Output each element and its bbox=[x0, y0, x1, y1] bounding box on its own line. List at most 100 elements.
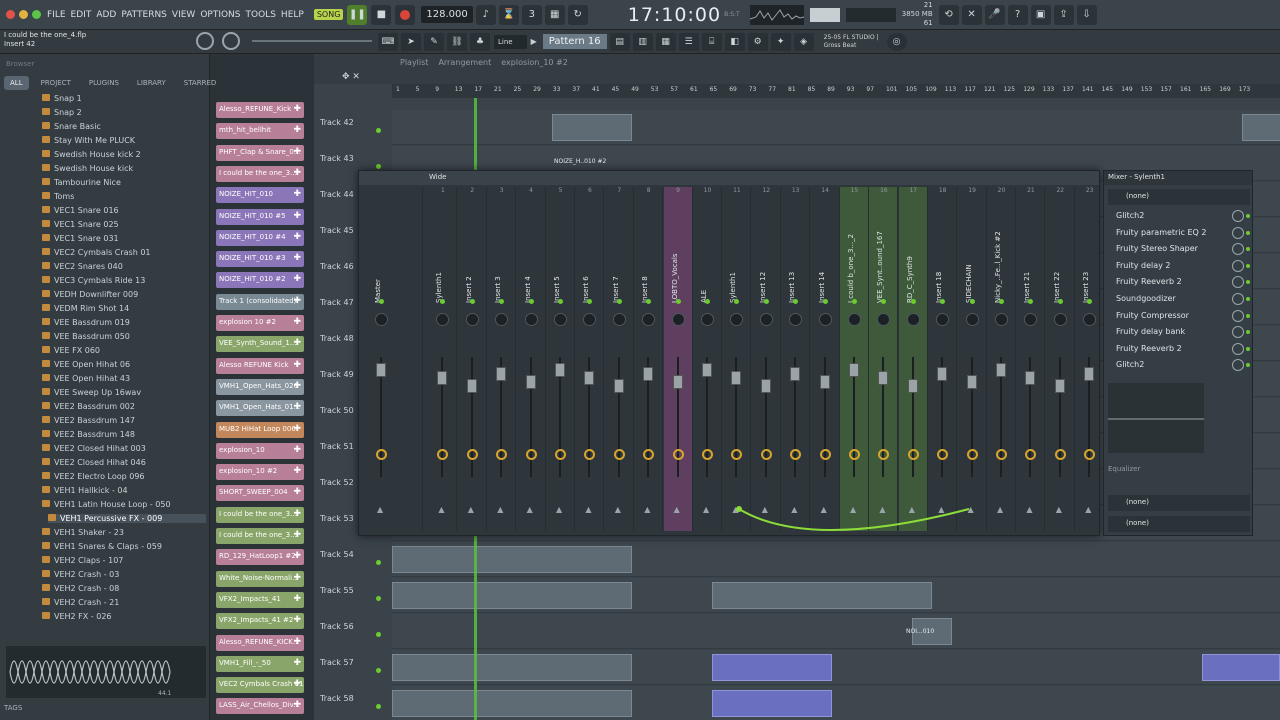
mixer-icon[interactable]: ☰ bbox=[678, 32, 699, 51]
browser-item[interactable]: VEE2 Bassdrum 002 bbox=[42, 402, 135, 411]
browser-item[interactable]: VEH2 Claps - 107 bbox=[42, 556, 123, 565]
route-arrow-icon[interactable]: ▲ bbox=[1085, 505, 1091, 514]
picker-item[interactable]: Alesso_REFUNE_KICK... ✚ bbox=[216, 634, 304, 651]
volume-fader[interactable] bbox=[496, 367, 507, 381]
slot-enable-led[interactable] bbox=[1246, 363, 1250, 368]
menu-add[interactable]: ADD bbox=[96, 10, 116, 20]
browser-item[interactable]: Tambourine Nice bbox=[42, 178, 121, 187]
send-knob[interactable] bbox=[1084, 449, 1096, 460]
browser-item[interactable]: Swedish House kick bbox=[42, 164, 133, 173]
volume-fader[interactable] bbox=[643, 367, 654, 381]
strip-enable-led[interactable] bbox=[822, 299, 828, 304]
effect-slot[interactable]: Fruity delay 2 bbox=[1108, 259, 1250, 274]
mix-knob[interactable] bbox=[1232, 326, 1244, 339]
mixer-strip[interactable]: 19 SIDECHAIN ▲ bbox=[958, 187, 987, 531]
mixer-strip[interactable]: 13 Insert 13 ▲ bbox=[781, 187, 811, 531]
mixer-strip[interactable]: 3 Insert 3 ▲ bbox=[487, 187, 517, 531]
mixer-strip[interactable]: 21 Insert 21 ▲ bbox=[1016, 187, 1046, 531]
song-mode-button[interactable]: SONG bbox=[313, 9, 344, 20]
minimize-dot[interactable] bbox=[19, 10, 28, 19]
input-select[interactable]: (none) bbox=[1108, 189, 1250, 205]
browser-item[interactable]: VEC1 Snare 016 bbox=[42, 206, 119, 215]
slot-enable-led[interactable] bbox=[1246, 230, 1250, 235]
strip-enable-led[interactable] bbox=[734, 299, 740, 304]
browser-item[interactable]: VEE Sweep Up 16wav bbox=[42, 388, 141, 397]
effect-slot[interactable]: Glitch2 bbox=[1108, 209, 1250, 224]
close-dot[interactable] bbox=[6, 10, 15, 19]
track-mute-led[interactable] bbox=[376, 668, 381, 673]
picker-item[interactable]: VFX2_Impacts_41 #2 ✚ bbox=[216, 613, 304, 630]
pan-knob[interactable] bbox=[642, 313, 656, 326]
browser-item[interactable]: VEE2 Electro Loop 096 bbox=[42, 472, 145, 481]
volume-fader[interactable] bbox=[672, 375, 683, 389]
step-edit-icon[interactable]: ▦ bbox=[544, 4, 565, 25]
picker-item[interactable]: White_Noise-Normali... ✚ bbox=[216, 570, 304, 587]
news-panel[interactable]: 25-05 FL STUDIO | Gross Beat bbox=[824, 34, 879, 50]
output-select-1[interactable]: (none) bbox=[1108, 495, 1250, 511]
send-knob[interactable] bbox=[966, 449, 978, 460]
browser-item[interactable]: Snap 1 bbox=[42, 94, 82, 103]
send-knob[interactable] bbox=[613, 449, 625, 460]
effect-slot[interactable]: Fruity Reeverb 2 bbox=[1108, 275, 1250, 290]
mix-knob[interactable] bbox=[1232, 226, 1244, 239]
picker-item[interactable]: I could be the one_3... ✚ bbox=[216, 506, 304, 523]
playlist-clip[interactable] bbox=[1202, 654, 1280, 681]
picker-item[interactable]: VMH1_Fill_-_50 ✚ bbox=[216, 655, 304, 672]
picker-item[interactable]: LASS_Air_Chellos_Div... ✚ bbox=[216, 698, 304, 715]
menu-edit[interactable]: EDIT bbox=[71, 10, 92, 20]
master-volume-knob[interactable] bbox=[196, 32, 214, 50]
strip-enable-led[interactable] bbox=[940, 299, 946, 304]
route-arrow-icon[interactable]: ▲ bbox=[468, 505, 474, 514]
route-arrow-icon[interactable]: ▲ bbox=[703, 505, 709, 514]
route-arrow-icon[interactable]: ▲ bbox=[1056, 505, 1062, 514]
browser-item[interactable]: VEDM Rim Shot 14 bbox=[42, 304, 129, 313]
tab-library[interactable]: LIBRARY bbox=[131, 76, 172, 90]
browser-icon[interactable]: ⌸ bbox=[701, 32, 722, 51]
browser-item[interactable]: VEC1 Snare 031 bbox=[42, 234, 119, 243]
pan-knob[interactable] bbox=[612, 313, 626, 326]
browser-item[interactable]: VEE Open Hihat 43 bbox=[42, 374, 130, 383]
strip-enable-led[interactable] bbox=[1028, 299, 1034, 304]
effect-slot[interactable]: Fruity Compressor bbox=[1108, 309, 1250, 324]
browser-item[interactable]: VEC3 Cymbals Ride 13 bbox=[42, 276, 145, 285]
picker-item[interactable]: explosion_10 #2 ✚ bbox=[216, 464, 304, 481]
track-mute-led[interactable] bbox=[376, 704, 381, 709]
send-knob[interactable] bbox=[584, 449, 596, 460]
send-knob[interactable] bbox=[731, 449, 743, 460]
pan-knob[interactable] bbox=[936, 313, 950, 326]
mix-knob[interactable] bbox=[1232, 309, 1244, 322]
cpu-icon[interactable]: ◈ bbox=[793, 32, 814, 51]
pan-knob[interactable] bbox=[495, 313, 509, 326]
picker-item[interactable]: I could be the one_3... ✚ bbox=[216, 528, 304, 544]
pan-knob[interactable] bbox=[759, 313, 773, 326]
strip-enable-led[interactable] bbox=[587, 299, 593, 304]
mixer-strip[interactable]: 17 RD_C_Synth9 ▲ bbox=[898, 187, 928, 531]
picker-item[interactable]: VMH1_Open_Hats_01... ✚ bbox=[216, 400, 304, 417]
link-icon[interactable]: ⛓ bbox=[447, 32, 467, 51]
close-project-icon[interactable]: ✕ bbox=[961, 4, 982, 25]
snap-arrow-icon[interactable]: ▶ bbox=[531, 37, 537, 46]
output-select-2[interactable]: (none) bbox=[1108, 516, 1250, 532]
globe-icon[interactable]: ◎ bbox=[886, 32, 907, 51]
picker-item[interactable]: explosion_10 ✚ bbox=[216, 442, 304, 459]
browser-item[interactable]: VEE Open Hihat 06 bbox=[42, 360, 130, 369]
send-knob[interactable] bbox=[555, 449, 566, 460]
effect-slot[interactable]: Soundgoodizer bbox=[1108, 292, 1250, 307]
mixer-strip[interactable]: 11 Sylenth1 ▲ bbox=[722, 187, 752, 531]
picker-item[interactable]: NOIZE_HIT_010 #4 ✚ bbox=[216, 229, 304, 246]
mix-knob[interactable] bbox=[1232, 210, 1244, 222]
strip-enable-led[interactable] bbox=[1057, 299, 1063, 304]
route-arrow-icon[interactable]: ▲ bbox=[497, 505, 503, 514]
browser-item[interactable]: Snare Basic bbox=[42, 122, 101, 131]
browser-item[interactable]: Stay With Me PLUCK bbox=[42, 136, 135, 145]
effect-slot[interactable]: Fruity delay bank bbox=[1108, 325, 1250, 340]
browser-item[interactable]: VEE FX 060 bbox=[42, 346, 100, 355]
route-arrow-icon[interactable]: ▲ bbox=[377, 505, 383, 514]
send-knob[interactable] bbox=[790, 449, 802, 460]
track-lane[interactable] bbox=[392, 110, 1280, 145]
track-mute-led[interactable] bbox=[376, 164, 381, 169]
volume-fader[interactable] bbox=[790, 367, 801, 381]
effect-slot[interactable]: Fruity Reeverb 2 bbox=[1108, 342, 1250, 357]
route-arrow-icon[interactable]: ▲ bbox=[615, 505, 621, 514]
mixer-strip[interactable]: 2 Insert 2 ▲ bbox=[458, 187, 487, 531]
